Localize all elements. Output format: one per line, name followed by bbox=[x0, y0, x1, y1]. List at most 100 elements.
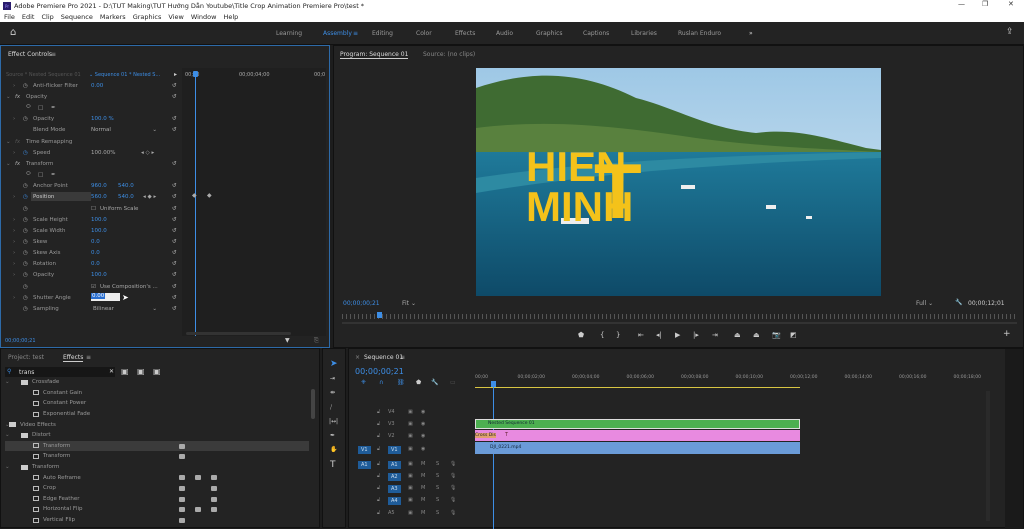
menu-graphics[interactable]: Graphics bbox=[133, 13, 162, 21]
lock-icon[interactable]: 🔓︎ bbox=[377, 473, 380, 479]
sync-lock-icon[interactable]: ▣ bbox=[408, 473, 413, 479]
workspace-libraries[interactable]: Libraries bbox=[631, 30, 657, 37]
workspace-assembly[interactable]: Assembly bbox=[323, 30, 352, 37]
lock-icon[interactable]: 🔓︎ bbox=[377, 433, 380, 439]
effect-list-item[interactable]: Exponential Fade bbox=[5, 409, 309, 420]
clear-search-icon[interactable]: ✕ bbox=[109, 368, 114, 375]
playhead-timecode[interactable]: 00;00;00;21 bbox=[343, 300, 380, 307]
workspace-audio[interactable]: Audio bbox=[496, 30, 513, 37]
panel-menu-icon[interactable]: ≡ bbox=[51, 51, 56, 58]
ripple-edit-tool-icon[interactable]: ⇹ bbox=[330, 389, 335, 396]
stopwatch-icon[interactable]: ◷ bbox=[23, 194, 28, 200]
menu-edit[interactable]: Edit bbox=[22, 13, 35, 21]
captions-icon[interactable]: ▭ bbox=[450, 379, 456, 386]
menu-markers[interactable]: Markers bbox=[100, 13, 126, 21]
mute-button[interactable]: M bbox=[421, 510, 425, 516]
value[interactable]: 0.00 bbox=[91, 83, 103, 89]
value-x[interactable]: 960.0 bbox=[91, 183, 107, 189]
zoom-dropdown[interactable]: Fit ⌄ bbox=[402, 300, 416, 307]
lock-icon[interactable]: 🔓︎ bbox=[377, 446, 380, 452]
eye-icon[interactable]: ◉ bbox=[421, 409, 425, 415]
effect-list-item[interactable]: Constant Gain bbox=[5, 388, 309, 399]
reset-icon[interactable]: ↺ bbox=[172, 183, 177, 189]
value[interactable]: 0.0 bbox=[91, 250, 100, 256]
track-target[interactable]: A1 bbox=[388, 460, 401, 469]
settings-wrench-icon[interactable]: 🔧 bbox=[431, 379, 438, 386]
ellipse-mask-icon[interactable]: ⬭ bbox=[26, 104, 31, 111]
menu-clip[interactable]: Clip bbox=[41, 13, 53, 21]
effect-list-item[interactable]: Vertical Flip bbox=[5, 515, 309, 526]
microphone-icon[interactable]: 🎙︎ bbox=[450, 461, 456, 467]
audio-track-header[interactable]: 🔓︎ A5 ▣ M S 🎙︎ bbox=[355, 507, 475, 519]
32bit-effects-icon[interactable]: ▣ bbox=[137, 367, 145, 376]
stopwatch-icon[interactable]: ◷ bbox=[23, 228, 28, 234]
monitor-ruler[interactable] bbox=[342, 314, 1017, 319]
solo-button[interactable]: S bbox=[436, 485, 439, 491]
close-sequence-icon[interactable]: × bbox=[355, 354, 360, 361]
razor-tool-icon[interactable]: ⧸ bbox=[330, 404, 332, 412]
lock-icon[interactable]: 🔓︎ bbox=[377, 461, 380, 467]
effect-list-item[interactable]: ⌄ Distort bbox=[5, 430, 309, 441]
keyframe-icon[interactable]: ◆ bbox=[207, 192, 212, 199]
video-frame[interactable]: HIEN MINH T bbox=[476, 68, 881, 296]
microphone-icon[interactable]: 🎙︎ bbox=[450, 510, 456, 516]
tab-program[interactable]: Program: Sequence 01 bbox=[340, 51, 409, 59]
shutter-angle-input[interactable]: 0.00 bbox=[91, 293, 120, 301]
track-target[interactable]: V1 bbox=[388, 445, 401, 454]
scrollbar[interactable] bbox=[311, 389, 315, 419]
track-target[interactable]: A3 bbox=[388, 485, 401, 494]
keyframe-area[interactable] bbox=[182, 68, 326, 336]
effect-list-item[interactable]: ⌄ Crossfade bbox=[5, 377, 309, 388]
reset-icon[interactable]: ↺ bbox=[172, 261, 177, 267]
go-to-out-icon[interactable]: ⇥ bbox=[712, 331, 718, 339]
close-icon[interactable]: ✕ bbox=[1008, 0, 1014, 8]
microphone-icon[interactable]: 🎙︎ bbox=[450, 473, 456, 479]
add-marker-icon[interactable]: ⬟ bbox=[578, 331, 584, 339]
tab-source[interactable]: Source: (no clips) bbox=[423, 51, 475, 58]
solo-button[interactable]: S bbox=[436, 473, 439, 479]
reset-icon[interactable]: ↺ bbox=[172, 239, 177, 245]
snap-icon[interactable]: ∩ bbox=[379, 379, 383, 386]
workspace-graphics[interactable]: Graphics bbox=[536, 30, 563, 37]
value[interactable]: 100.0 % bbox=[91, 116, 114, 122]
comparison-view-icon[interactable]: ◩ bbox=[790, 331, 797, 339]
menu-window[interactable]: Window bbox=[191, 13, 217, 21]
video-track-header[interactable]: 🔓︎ V2 ▣ ◉ bbox=[355, 430, 475, 442]
sync-lock-icon[interactable]: ▣ bbox=[408, 409, 413, 415]
reset-icon[interactable]: ↺ bbox=[172, 83, 177, 89]
eye-icon[interactable]: ◉ bbox=[421, 446, 425, 452]
reset-icon[interactable]: ↺ bbox=[172, 161, 177, 167]
microphone-icon[interactable]: 🎙︎ bbox=[450, 497, 456, 503]
microphone-icon[interactable]: 🎙︎ bbox=[450, 485, 456, 491]
clip-dji-0221[interactable]: DJI_0221.mp4 bbox=[475, 442, 800, 454]
yuv-effects-icon[interactable]: ▣ bbox=[153, 367, 161, 376]
pen-mask-icon[interactable]: ✒ bbox=[51, 105, 56, 111]
stopwatch-icon[interactable]: ◷ bbox=[23, 261, 28, 267]
reset-icon[interactable]: ↺ bbox=[172, 94, 177, 100]
share-icon[interactable]: ⇪ bbox=[1006, 27, 1014, 37]
stopwatch-icon[interactable]: ◷ bbox=[23, 272, 28, 278]
value[interactable]: 100.0 bbox=[91, 228, 107, 234]
video-track-header[interactable]: 🔓︎ V4 ▣ ◉ bbox=[355, 406, 475, 418]
sync-lock-icon[interactable]: ▣ bbox=[408, 461, 413, 467]
keyframe-nav[interactable]: ◂ ◇ ▸ bbox=[141, 150, 154, 156]
stopwatch-icon[interactable]: ◷ bbox=[23, 206, 28, 212]
sync-lock-icon[interactable]: ▣ bbox=[408, 497, 413, 503]
reset-icon[interactable]: ↺ bbox=[172, 250, 177, 256]
effect-list-item[interactable]: Edge Feather bbox=[5, 494, 309, 505]
pen-tool-icon[interactable]: ✒ bbox=[330, 432, 335, 439]
panel-menu-icon[interactable]: ≡ bbox=[400, 354, 405, 361]
resolution-dropdown[interactable]: Full ⌄ bbox=[916, 300, 933, 307]
effects-search-input[interactable]: ⚲ trans ✕ bbox=[5, 367, 115, 377]
effect-list-item[interactable]: ⌄ Transform bbox=[5, 462, 309, 473]
stopwatch-icon[interactable]: ◷ bbox=[23, 306, 28, 312]
button-editor-icon[interactable]: + bbox=[1003, 329, 1011, 339]
track-target[interactable]: A2 bbox=[388, 473, 401, 481]
track-target[interactable]: V4 bbox=[388, 409, 395, 415]
pen-mask-icon[interactable]: ✒ bbox=[51, 172, 56, 178]
stopwatch-icon[interactable]: ◷ bbox=[23, 284, 28, 290]
effect-list-item[interactable]: Horizontal Flip bbox=[5, 504, 309, 515]
value[interactable]: 0.0 bbox=[91, 261, 100, 267]
workspace-color[interactable]: Color bbox=[416, 30, 432, 37]
value[interactable]: 100.0 bbox=[91, 272, 107, 278]
